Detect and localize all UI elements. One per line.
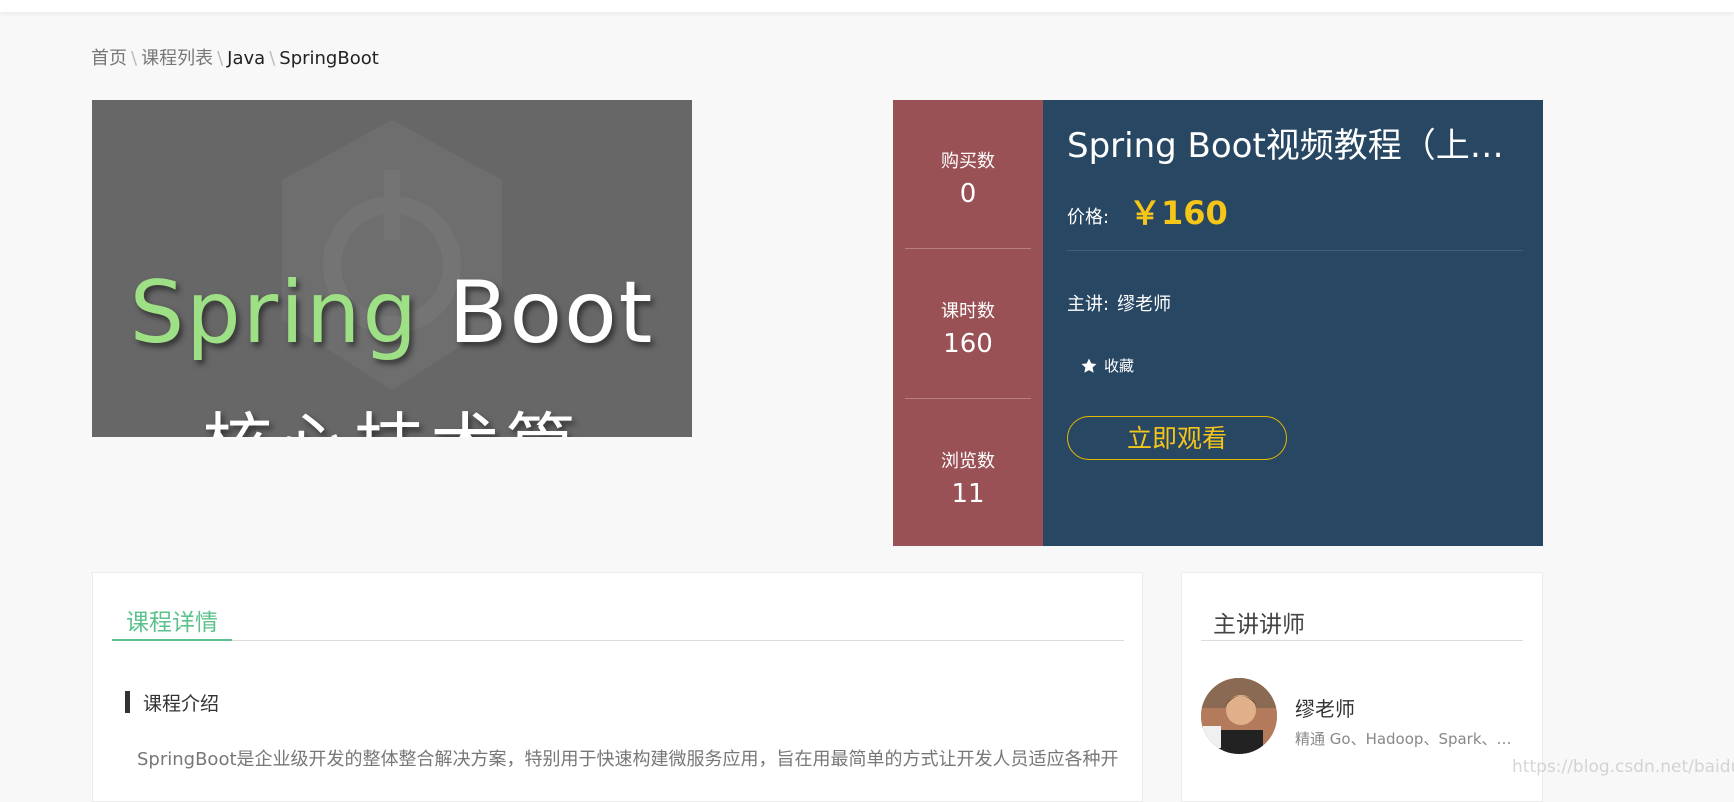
breadcrumb-home[interactable]: 首页 <box>91 48 127 69</box>
info-divider <box>1067 250 1523 251</box>
course-intro-text: SpringBoot是企业级开发的整体整合解决方案，特别用于快速构建微服务应用，… <box>137 749 1119 770</box>
lecturer-description: 精通 Go、Hadoop、Spark、A... <box>1295 730 1520 748</box>
favorite-label: 收藏 <box>1104 357 1135 375</box>
lecturer-divider <box>1201 640 1523 641</box>
breadcrumb-separator: \ <box>217 48 224 69</box>
stat-label: 购买数 <box>941 151 995 172</box>
lecturer-name[interactable]: 缪老师 <box>1295 693 1355 722</box>
breadcrumb-java[interactable]: Java <box>227 48 265 69</box>
breadcrumb-separator: \ <box>269 48 276 69</box>
teacher-name: 缪老师 <box>1117 294 1172 315</box>
price-value: ￥160 <box>1129 194 1228 232</box>
course-stats-panel: 购买数 0 课时数 160 浏览数 11 <box>893 100 1043 546</box>
price-label: 价格: <box>1067 207 1110 228</box>
stat-divider <box>905 248 1031 249</box>
breadcrumb: 首页 \ 课程列表 \ Java \ SpringBoot <box>91 44 379 70</box>
teacher-label: 主讲: <box>1067 294 1110 315</box>
watermark: https://blog.csdn.net/baidu_332 <box>1512 757 1734 777</box>
tab-course-details[interactable]: 课程详情 <box>112 603 232 641</box>
stat-lessons: 课时数 160 <box>905 297 1031 359</box>
cover-title-line2: 核心技术篇 <box>92 390 692 437</box>
section-marker <box>125 691 130 713</box>
course-detail-panel: 课程详情 课程介绍 SpringBoot是企业级开发的整体整合解决方案，特别用于… <box>92 572 1143 802</box>
breadcrumb-separator: \ <box>131 48 138 69</box>
breadcrumb-course-list[interactable]: 课程列表 <box>141 48 213 69</box>
star-icon <box>1081 358 1097 373</box>
stat-value: 0 <box>959 179 977 209</box>
teacher-line: 主讲: 缪老师 <box>1067 290 1171 316</box>
top-navbar <box>0 0 1734 12</box>
section-title: 课程介绍 <box>143 693 220 715</box>
favorite-button[interactable]: 收藏 <box>1080 355 1134 376</box>
course-title: Spring Boot视频教程（上）核心技术篇 <box>1067 126 1517 166</box>
course-cover-image: Spring Boot 核心技术篇 <box>92 100 692 437</box>
stat-purchases: 购买数 0 <box>905 147 1031 209</box>
watch-now-button[interactable]: 立即观看 <box>1067 416 1287 460</box>
stat-divider <box>905 398 1031 399</box>
stat-label: 浏览数 <box>941 451 995 472</box>
tab-underline <box>112 640 1124 641</box>
breadcrumb-springboot: SpringBoot <box>279 48 379 69</box>
stat-label: 课时数 <box>941 301 995 322</box>
lecturer-panel: 主讲讲师 缪老师 精通 Go、Hadoop、Spark、A... <box>1181 572 1543 802</box>
stat-views: 浏览数 11 <box>905 447 1031 509</box>
stat-value: 11 <box>951 479 985 509</box>
lecturer-panel-title: 主讲讲师 <box>1213 612 1305 638</box>
cover-title-line1: Spring Boot <box>129 263 655 363</box>
stat-value: 160 <box>943 329 993 359</box>
avatar[interactable] <box>1201 678 1277 754</box>
course-info-panel: Spring Boot视频教程（上）核心技术篇 价格: ￥160 主讲:缪老师 … <box>1043 100 1543 546</box>
